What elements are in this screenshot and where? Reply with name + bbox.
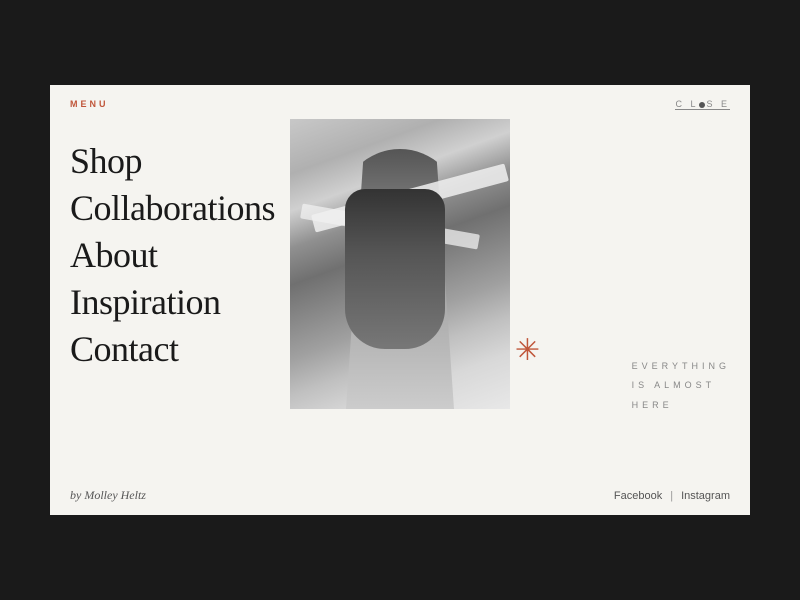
menu-label: MENU	[70, 99, 109, 109]
social-links: Facebook | Instagram	[614, 490, 730, 502]
tagline-text: EVERYTHING IS ALMOST HERE	[632, 357, 730, 416]
byline: by Molley Heltz	[70, 488, 146, 503]
facebook-link[interactable]: Facebook	[614, 490, 662, 502]
social-divider: |	[670, 490, 673, 502]
instagram-link[interactable]: Instagram	[681, 490, 730, 502]
nav-item-contact[interactable]: Contact	[70, 327, 290, 372]
nav-item-collaborations[interactable]: Collaborations	[70, 186, 290, 231]
tagline-line3: HERE	[632, 396, 730, 416]
close-button[interactable]: C LS E	[675, 99, 730, 109]
nav-item-about[interactable]: About	[70, 233, 290, 278]
tagline-block: EVERYTHING IS ALMOST HERE	[632, 357, 730, 416]
ribbon-overlay	[320, 179, 480, 259]
main-window: MENU C LS E Shop Collaborations About In…	[50, 85, 750, 515]
hero-image	[290, 119, 510, 409]
cursor-icon	[699, 102, 705, 108]
star-icon: ✳	[515, 336, 540, 366]
tagline-line2: IS ALMOST	[632, 376, 730, 396]
tagline-line1: EVERYTHING	[632, 357, 730, 377]
main-content: Shop Collaborations About Inspiration Co…	[50, 119, 750, 476]
nav-item-inspiration[interactable]: Inspiration	[70, 280, 290, 325]
bottom-bar: by Molley Heltz Facebook | Instagram	[50, 476, 750, 515]
nav-menu: Shop Collaborations About Inspiration Co…	[70, 129, 290, 476]
nav-item-shop[interactable]: Shop	[70, 139, 290, 184]
photo-background	[290, 119, 510, 409]
top-bar: MENU C LS E	[50, 85, 750, 119]
